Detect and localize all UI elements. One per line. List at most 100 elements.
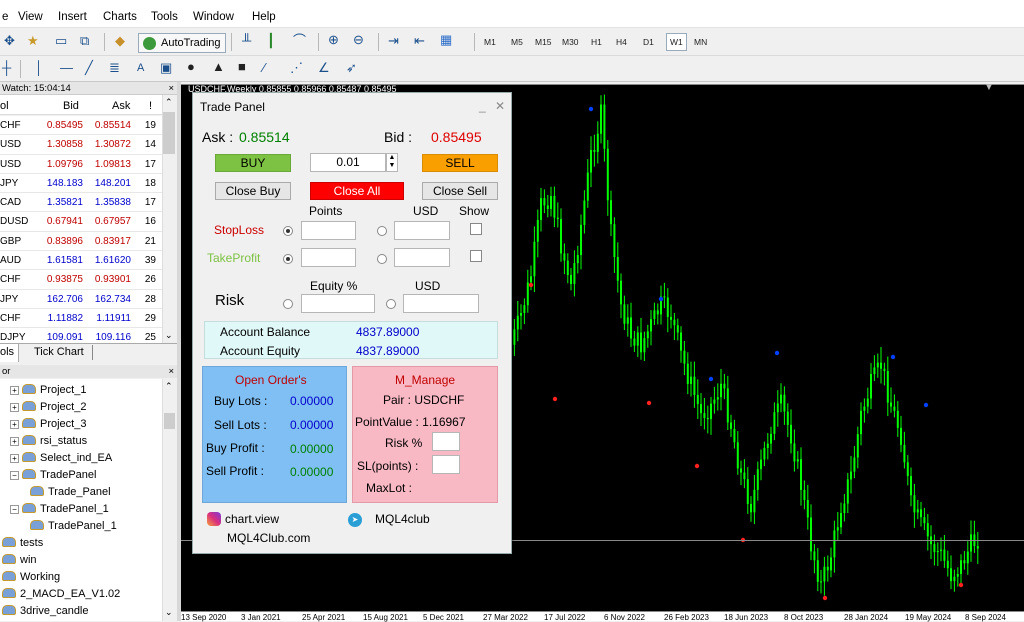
fibo-icon[interactable]: ⋰ bbox=[290, 59, 303, 77]
arrow-icon[interactable]: ⁄ bbox=[263, 59, 265, 77]
tree-item[interactable]: Working bbox=[2, 569, 60, 585]
panel-window-controls[interactable]: _ ✕ bbox=[479, 99, 508, 113]
table-row[interactable]: CHF 0.93875 0.93901 26 bbox=[0, 270, 162, 290]
takeprofit-points-radio[interactable] bbox=[283, 254, 293, 264]
takeprofit-usd-input[interactable] bbox=[394, 248, 450, 267]
profiles-icon[interactable]: ★ bbox=[27, 32, 39, 50]
tree-item[interactable]: tests bbox=[2, 535, 43, 551]
table-row[interactable]: JPY 162.706 162.734 28 bbox=[0, 289, 162, 309]
table-row[interactable]: GBP 0.83896 0.83917 21 bbox=[0, 231, 162, 252]
timeframe-m15[interactable]: M15 bbox=[535, 37, 552, 47]
lot-stepper[interactable]: ▲ ▼ bbox=[386, 153, 398, 172]
takeprofit-usd-radio[interactable] bbox=[377, 254, 387, 264]
autoscroll-icon[interactable]: ⇥ bbox=[388, 32, 399, 50]
autotrading-button[interactable]: AutoTrading bbox=[138, 33, 226, 53]
tree-item[interactable]: + rsi_status bbox=[10, 433, 87, 449]
col-spread[interactable]: ! bbox=[149, 100, 152, 112]
table-row[interactable]: JPY 148.183 148.201 18 bbox=[0, 173, 162, 194]
zoom-out-icon[interactable]: ⊖ bbox=[353, 31, 364, 49]
lot-size-input[interactable]: 0.01 bbox=[310, 153, 386, 172]
buy-button[interactable]: BUY bbox=[215, 154, 291, 172]
tree-item[interactable]: win bbox=[2, 552, 37, 568]
tree-item[interactable]: TradePanel_1 bbox=[30, 518, 117, 534]
col-symbol[interactable]: ol bbox=[0, 100, 9, 112]
table-row[interactable]: DUSD 0.67941 0.67957 16 bbox=[0, 212, 162, 232]
takeprofit-points-input[interactable] bbox=[301, 248, 356, 267]
stoploss-points-radio[interactable] bbox=[283, 226, 293, 236]
close-buy-button[interactable]: Close Buy bbox=[215, 182, 291, 200]
angle-icon[interactable]: ∠ bbox=[318, 59, 330, 77]
takeprofit-show-checkbox[interactable] bbox=[470, 250, 482, 262]
mql4club-link[interactable]: MQL4club bbox=[375, 512, 430, 526]
tab-tick-chart[interactable]: Tick Chart bbox=[34, 346, 84, 358]
tree-item[interactable]: + Project_3 bbox=[10, 416, 86, 432]
tree-item[interactable]: − TradePanel bbox=[10, 467, 96, 483]
col-ask[interactable]: Ask bbox=[112, 100, 130, 112]
tree-item[interactable]: − TradePanel_1 bbox=[10, 501, 109, 517]
templates-icon[interactable]: ▦ bbox=[440, 31, 452, 49]
menu-view[interactable]: View bbox=[18, 11, 43, 23]
stoploss-usd-radio[interactable] bbox=[377, 226, 387, 236]
timeframe-d1[interactable]: D1 bbox=[643, 37, 654, 47]
navigator-scrollbar[interactable]: ⌃ ⌄ bbox=[162, 379, 176, 621]
table-row[interactable]: AUD 1.61581 1.61620 39 bbox=[0, 251, 162, 271]
col-bid[interactable]: Bid bbox=[63, 100, 79, 112]
tree-item[interactable]: + Project_2 bbox=[10, 399, 86, 415]
risk-equity-input[interactable] bbox=[301, 294, 375, 313]
timeframe-m1[interactable]: M1 bbox=[484, 37, 496, 47]
close-sell-button[interactable]: Close Sell bbox=[422, 182, 498, 200]
close-icon[interactable]: × bbox=[168, 82, 174, 95]
chartview-link[interactable]: chart.view bbox=[225, 512, 279, 526]
timeframe-m30[interactable]: M30 bbox=[562, 37, 579, 47]
close-icon[interactable]: × bbox=[168, 365, 174, 378]
site-link[interactable]: MQL4Club.com bbox=[227, 531, 310, 545]
stoploss-show-checkbox[interactable] bbox=[470, 223, 482, 235]
scroll-down-icon[interactable]: ⌄ bbox=[165, 607, 173, 618]
risk-usd-input[interactable] bbox=[403, 294, 479, 313]
text-label-icon[interactable]: ▣ bbox=[160, 59, 172, 77]
text-tool-icon[interactable]: A bbox=[137, 59, 144, 77]
scroll-down-icon[interactable]: ⌄ bbox=[165, 330, 173, 341]
crosshair-nav-icon[interactable]: ✥ bbox=[4, 32, 15, 50]
timeframe-w1[interactable]: W1 bbox=[666, 33, 687, 51]
risk-pct-input[interactable] bbox=[432, 432, 460, 451]
table-row[interactable]: CHF 1.11882 1.11911 29 bbox=[0, 308, 162, 329]
tab-symbols[interactable]: ols bbox=[0, 344, 20, 362]
rectangle-icon[interactable]: ■ bbox=[238, 58, 246, 76]
vertical-line-icon[interactable]: │ bbox=[35, 59, 43, 77]
timeframe-mn[interactable]: MN bbox=[694, 37, 707, 47]
trendline-icon[interactable]: ╱ bbox=[85, 59, 93, 77]
timeframe-h1[interactable]: H1 bbox=[591, 37, 602, 47]
table-row[interactable]: USD 1.09796 1.09813 17 bbox=[0, 154, 162, 174]
close-all-button[interactable]: Close All bbox=[310, 182, 404, 200]
zoom-in-icon[interactable]: ⊕ bbox=[328, 31, 339, 49]
menu-file[interactable]: e bbox=[2, 11, 8, 23]
stoploss-usd-input[interactable] bbox=[394, 221, 450, 240]
bar-chart-icon[interactable]: ╨ bbox=[242, 32, 251, 50]
stoploss-points-input[interactable] bbox=[301, 221, 356, 240]
chart-shift-icon[interactable]: ⇤ bbox=[414, 32, 425, 50]
risk-usd-radio[interactable] bbox=[386, 299, 396, 309]
menu-window[interactable]: Window bbox=[193, 11, 234, 23]
menu-tools[interactable]: Tools bbox=[151, 11, 178, 23]
scrollbar-thumb[interactable] bbox=[163, 112, 175, 154]
table-row[interactable]: CAD 1.35821 1.35838 17 bbox=[0, 193, 162, 213]
triangle-icon[interactable]: ▲ bbox=[212, 58, 225, 76]
tree-item[interactable]: + Select_ind_EA bbox=[10, 450, 112, 466]
tree-item[interactable]: 2_MACD_EA_V1.02 bbox=[2, 586, 120, 602]
horizontal-line-icon[interactable]: — bbox=[60, 59, 73, 77]
scroll-up-icon[interactable]: ⌃ bbox=[165, 381, 173, 392]
crosshair-icon[interactable]: ┼ bbox=[2, 59, 11, 77]
tree-item[interactable]: + Project_1 bbox=[10, 382, 86, 398]
market-watch-icon[interactable]: ◆ bbox=[115, 32, 125, 50]
table-row[interactable]: CHF 0.85495 0.85514 19 bbox=[0, 116, 162, 136]
ellipse-icon[interactable]: ● bbox=[187, 58, 195, 76]
scrollbar-thumb[interactable] bbox=[164, 413, 175, 429]
menu-insert[interactable]: Insert bbox=[58, 11, 87, 23]
menu-help[interactable]: Help bbox=[252, 11, 276, 23]
channel-icon[interactable]: ≣ bbox=[109, 59, 120, 77]
line-chart-icon[interactable]: ⌒ bbox=[293, 32, 306, 50]
candlestick-icon[interactable]: ┃ bbox=[267, 32, 275, 50]
trade-panel[interactable]: Trade Panel _ ✕ Ask : 0.85514 Bid : 0.85… bbox=[192, 92, 512, 554]
menu-charts[interactable]: Charts bbox=[103, 11, 137, 23]
